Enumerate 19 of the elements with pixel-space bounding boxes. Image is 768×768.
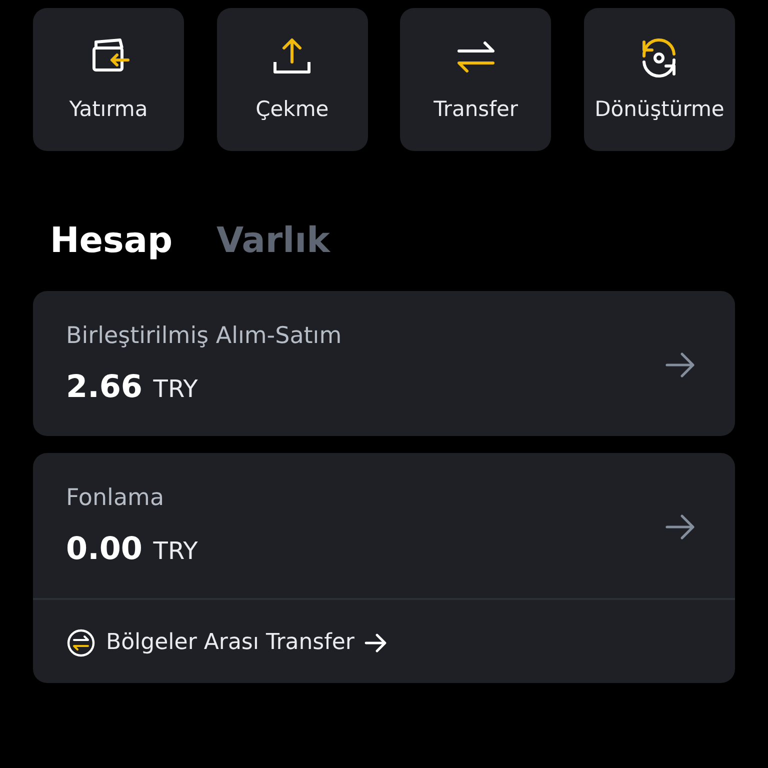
swap-circle-icon [66,628,96,658]
account-name: Birleştirilmiş Alım-Satım [66,322,342,351]
arrow-right-icon[interactable] [665,350,697,378]
transfer-link[interactable]: Bölgeler Arası Transfer [66,626,388,659]
account-name: Fonlama [66,484,166,513]
currency-code: TRY [153,536,198,564]
balance-amount: 2.66 [66,368,142,404]
account-card[interactable]: Birleştirilmiş Alım-Satım 2.66 TRY [33,291,735,436]
tab[interactable]: Hesap [50,214,173,268]
action-button[interactable]: Transfer [400,8,552,151]
balance-amount: 0.00 [66,530,142,566]
tab[interactable]: Varlık [216,214,330,268]
currency-code: TRY [153,374,198,402]
action-button[interactable]: Çekme [216,8,368,151]
action-button[interactable]: Yatırma [33,8,184,151]
action-button[interactable]: Dönüştürme [584,8,735,151]
arrow-right-icon [364,632,388,654]
arrow-right-icon[interactable] [665,512,697,540]
account-card[interactable]: Fonlama 0.00 TRY Bölgeler Arası Transfer [33,453,735,683]
